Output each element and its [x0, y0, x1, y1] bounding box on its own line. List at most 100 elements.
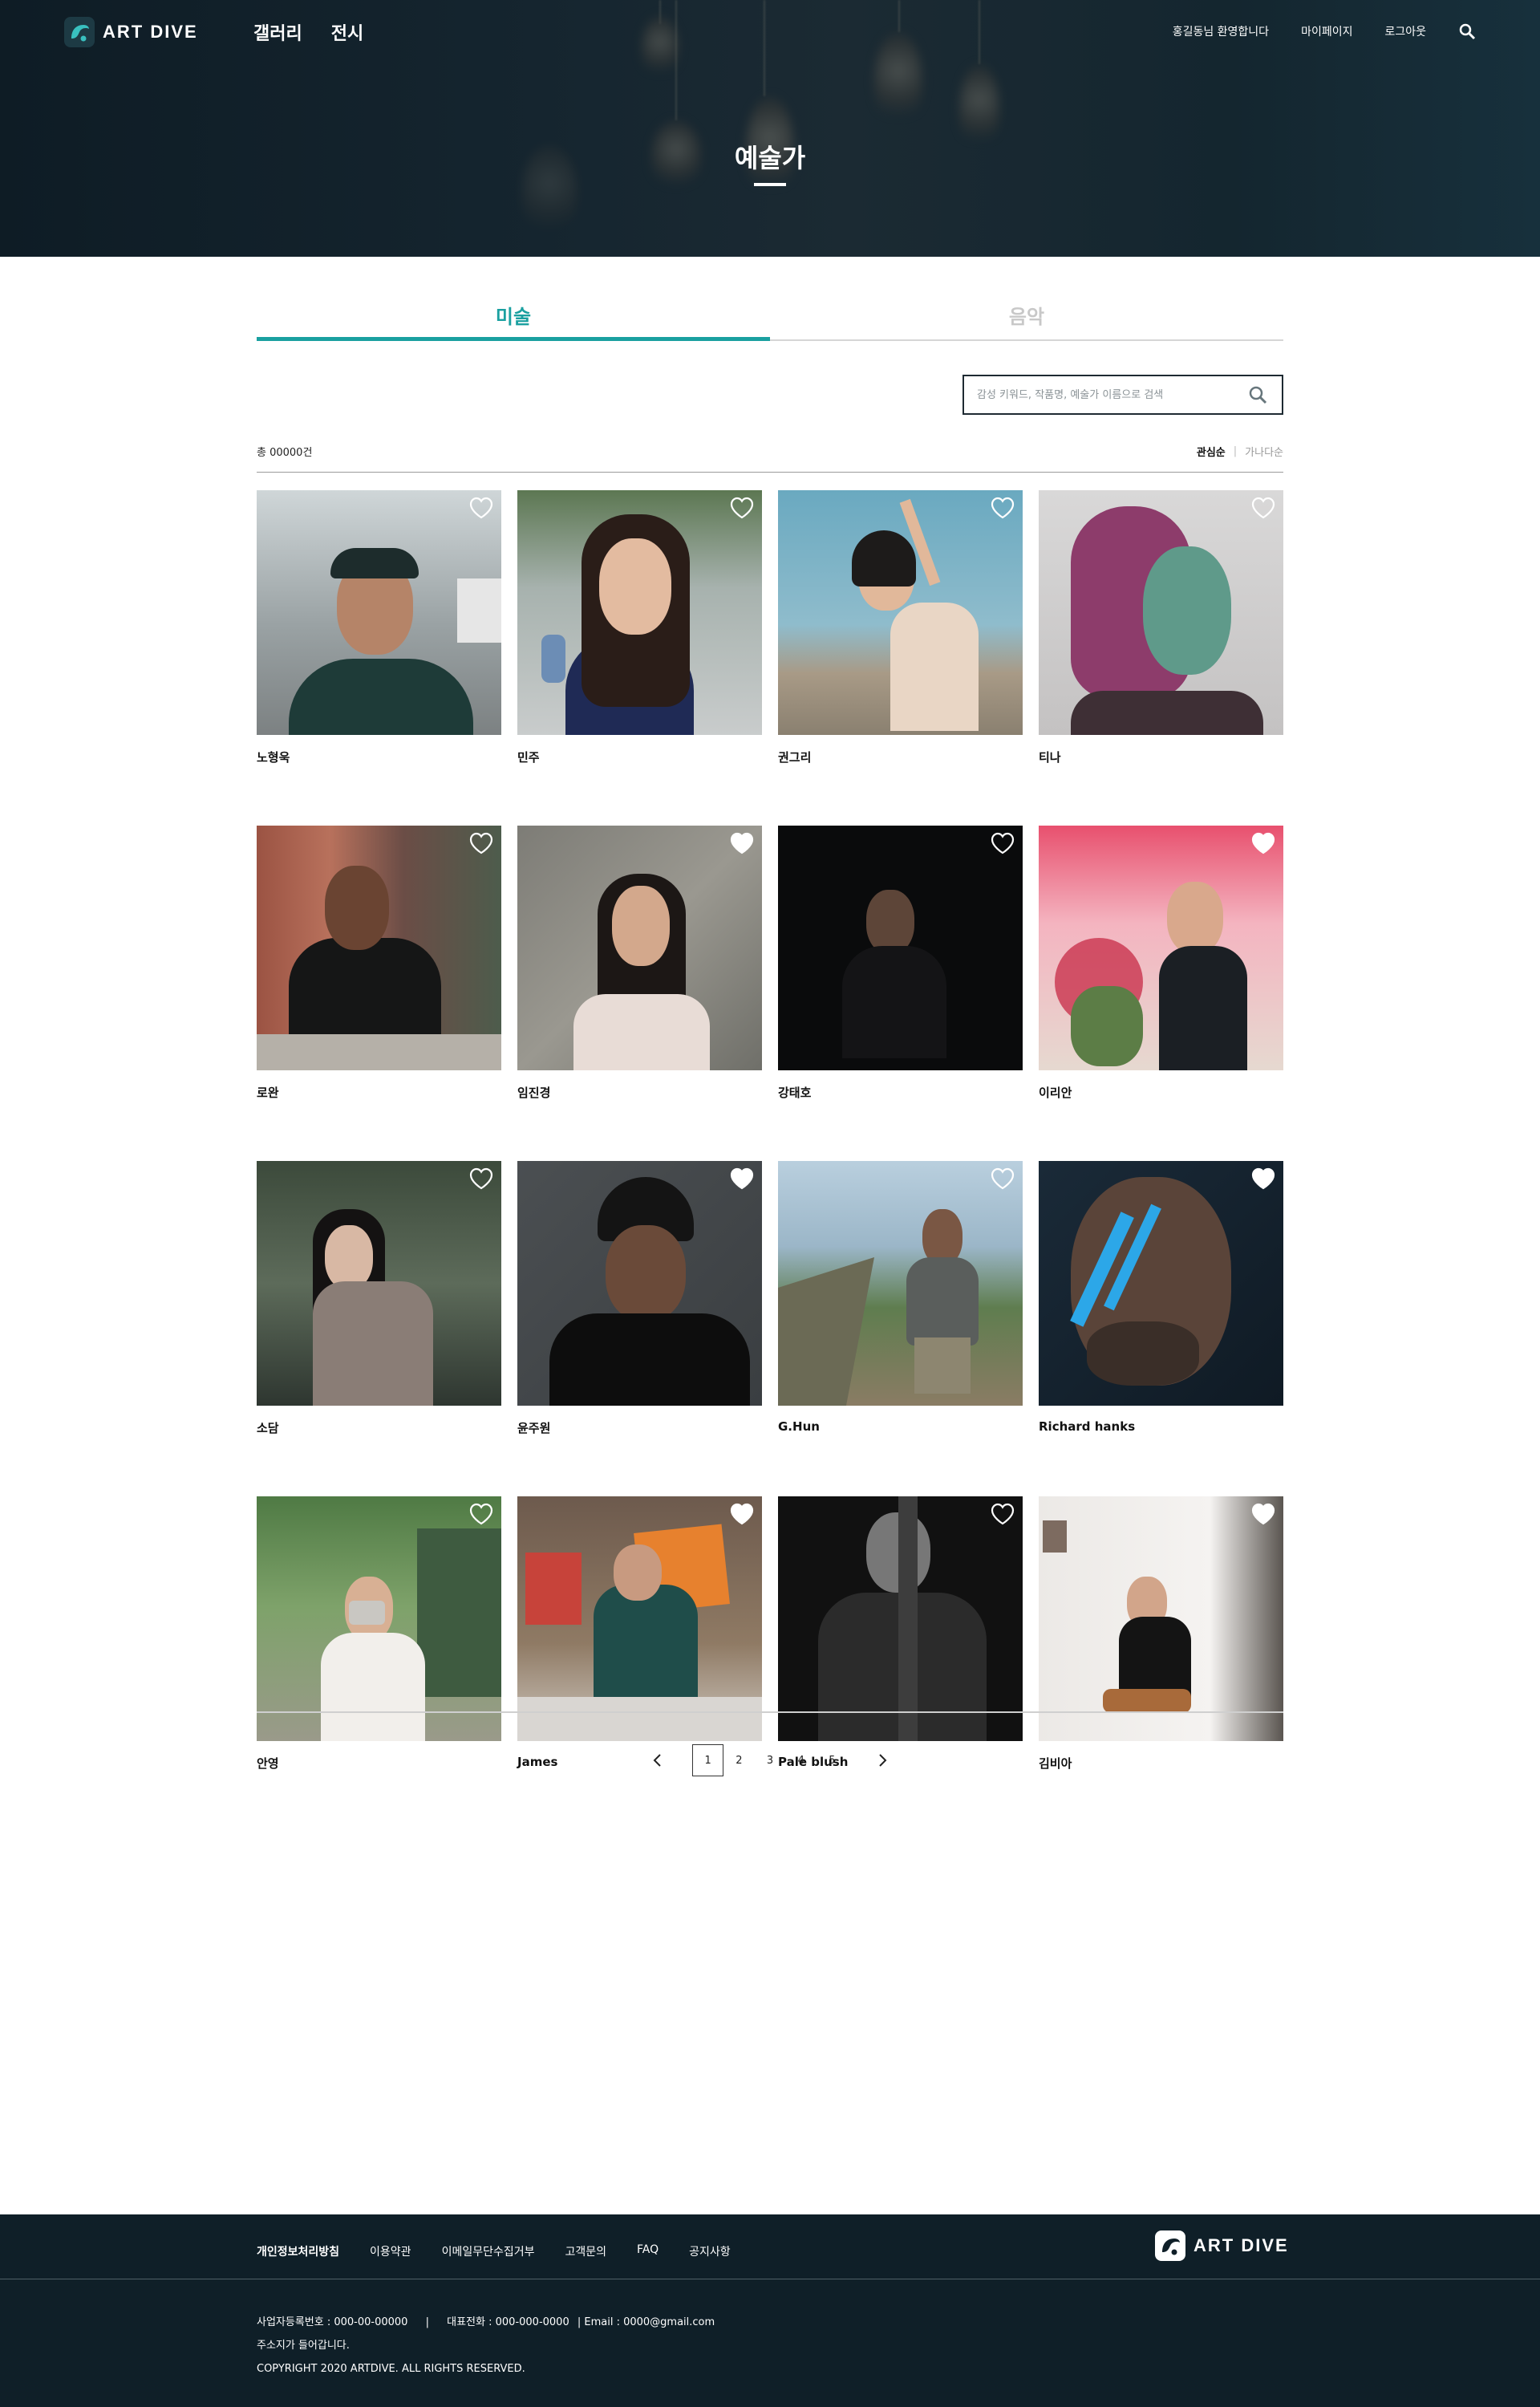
- nav-exhibition[interactable]: 전시: [331, 19, 363, 45]
- artist-card[interactable]: 민주: [517, 490, 762, 765]
- page-3[interactable]: 3: [755, 1744, 786, 1776]
- artist-card[interactable]: 소담: [257, 1161, 501, 1436]
- footer-link-faq[interactable]: FAQ: [637, 2243, 659, 2259]
- heart-icon[interactable]: [991, 1503, 1015, 1525]
- heart-icon[interactable]: [991, 1167, 1015, 1190]
- artist-name: 노형욱: [257, 750, 290, 765]
- artist-photo[interactable]: [517, 490, 762, 735]
- hero-decor-cord: [764, 0, 765, 96]
- artist-name: 민주: [517, 750, 540, 765]
- artist-card[interactable]: 노형욱: [257, 490, 501, 765]
- heart-icon[interactable]: [991, 832, 1015, 854]
- artist-card[interactable]: G.Hun: [778, 1161, 1023, 1436]
- footer-logo[interactable]: ART DIVE: [1155, 2230, 1289, 2261]
- artist-photo[interactable]: [1039, 1161, 1283, 1406]
- page-1[interactable]: 1: [692, 1744, 723, 1776]
- heart-icon[interactable]: [469, 497, 493, 519]
- artist-card[interactable]: 김비아: [1039, 1496, 1283, 1772]
- category-tabs: 미술 음악: [257, 293, 1283, 341]
- artist-card[interactable]: Pale blush: [778, 1496, 1023, 1772]
- artist-photo[interactable]: [778, 490, 1023, 735]
- artist-card[interactable]: 티나: [1039, 490, 1283, 765]
- artist-name: G.Hun: [778, 1419, 820, 1434]
- heart-icon[interactable]: [991, 497, 1015, 519]
- page-4[interactable]: 4: [785, 1744, 817, 1776]
- artist-name: Richard hanks: [1039, 1419, 1136, 1434]
- artist-photo[interactable]: [517, 826, 762, 1070]
- heart-icon[interactable]: [469, 832, 493, 854]
- hero-decor-bulb: [642, 16, 679, 80]
- search-box: [962, 375, 1283, 415]
- artist-card[interactable]: James: [517, 1496, 762, 1772]
- page-5[interactable]: 5: [817, 1744, 848, 1776]
- artist-card[interactable]: 이리안: [1039, 826, 1283, 1101]
- hero-decor-bulb: [874, 32, 922, 128]
- footer-link-terms[interactable]: 이용약관: [370, 2243, 411, 2259]
- nav-gallery[interactable]: 갤러리: [253, 19, 302, 45]
- search-icon[interactable]: [1458, 22, 1476, 40]
- artist-photo[interactable]: [1039, 1496, 1283, 1741]
- chevron-left-icon: [653, 1754, 661, 1767]
- sort-by-name[interactable]: 가나다순: [1245, 444, 1283, 459]
- heart-icon[interactable]: [730, 497, 754, 519]
- search-icon: [1249, 386, 1267, 404]
- footer: 개인정보처리방침 이용약관 이메일무단수집거부 고객문의 FAQ 공지사항 AR…: [0, 2214, 1540, 2407]
- artist-photo[interactable]: [257, 1496, 501, 1741]
- artist-photo[interactable]: [257, 826, 501, 1070]
- heart-icon[interactable]: [730, 1503, 754, 1525]
- artist-grid: 노형욱 민주 권그리 티나 로완 임진경 강태호 이리안 소담 윤주원 G.Hu…: [257, 490, 1283, 1772]
- artist-photo[interactable]: [1039, 826, 1283, 1070]
- artist-photo[interactable]: [257, 490, 501, 735]
- artist-card[interactable]: 안영: [257, 1496, 501, 1772]
- search-button[interactable]: [1246, 384, 1269, 406]
- artist-photo[interactable]: [778, 826, 1023, 1070]
- artist-photo[interactable]: [778, 1496, 1023, 1741]
- artist-card[interactable]: 윤주원: [517, 1161, 762, 1436]
- company-info-row: 사업자등록번호 : 000-00-00000 | 대표전화 : 000-000-…: [257, 2311, 729, 2334]
- heart-icon[interactable]: [1251, 1503, 1275, 1525]
- artist-photo[interactable]: [517, 1161, 762, 1406]
- footer-link-privacy[interactable]: 개인정보처리방침: [257, 2243, 339, 2259]
- artist-card[interactable]: 권그리: [778, 490, 1023, 765]
- mypage-link[interactable]: 마이페이지: [1301, 23, 1352, 39]
- logo[interactable]: ART DIVE: [64, 16, 198, 48]
- footer-link-notice[interactable]: 공지사항: [689, 2243, 731, 2259]
- hero-banner: ART DIVE 갤러리 전시 홍길동님 환영합니다 마이페이지 로그아웃 예술…: [0, 0, 1540, 257]
- artist-photo[interactable]: [517, 1496, 762, 1741]
- total-count: 총 00000건: [257, 447, 313, 459]
- logo-icon: [1155, 2230, 1185, 2261]
- hero-decor-cord: [675, 0, 677, 120]
- artist-card[interactable]: 강태호: [778, 826, 1023, 1101]
- chevron-right-icon: [879, 1754, 887, 1767]
- tab-art[interactable]: 미술: [257, 293, 770, 341]
- heart-icon[interactable]: [730, 1167, 754, 1190]
- artist-photo[interactable]: [257, 1161, 501, 1406]
- heart-icon[interactable]: [1251, 497, 1275, 519]
- title-underline: [754, 183, 786, 186]
- heart-icon[interactable]: [469, 1503, 493, 1525]
- heart-icon[interactable]: [469, 1167, 493, 1190]
- artist-card[interactable]: Richard hanks: [1039, 1161, 1283, 1436]
- footer-link-email-policy[interactable]: 이메일무단수집거부: [442, 2243, 535, 2259]
- search-input[interactable]: [977, 388, 1246, 401]
- heart-icon[interactable]: [730, 832, 754, 854]
- next-page-button[interactable]: [866, 1744, 898, 1776]
- artist-card[interactable]: 로완: [257, 826, 501, 1101]
- prev-page-button[interactable]: [642, 1744, 674, 1776]
- artist-photo[interactable]: [778, 1161, 1023, 1406]
- heart-icon[interactable]: [1251, 1167, 1275, 1190]
- company-info: 사업자등록번호 : 000-00-00000 | 대표전화 : 000-000-…: [257, 2311, 729, 2381]
- page-2[interactable]: 2: [723, 1744, 755, 1776]
- heart-icon[interactable]: [1251, 832, 1275, 854]
- footer-link-contact[interactable]: 고객문의: [565, 2243, 607, 2259]
- hero-decor-cord: [979, 0, 980, 64]
- artist-card[interactable]: 임진경: [517, 826, 762, 1101]
- artist-name: 티나: [1039, 750, 1061, 765]
- logo-text: ART DIVE: [1194, 2235, 1289, 2255]
- sort-separator: |: [1233, 445, 1238, 457]
- artist-name: 강태호: [778, 1086, 812, 1100]
- sort-by-interest[interactable]: 관심순: [1197, 444, 1226, 459]
- tab-music[interactable]: 음악: [770, 293, 1283, 341]
- logout-link[interactable]: 로그아웃: [1384, 23, 1426, 39]
- artist-photo[interactable]: [1039, 490, 1283, 735]
